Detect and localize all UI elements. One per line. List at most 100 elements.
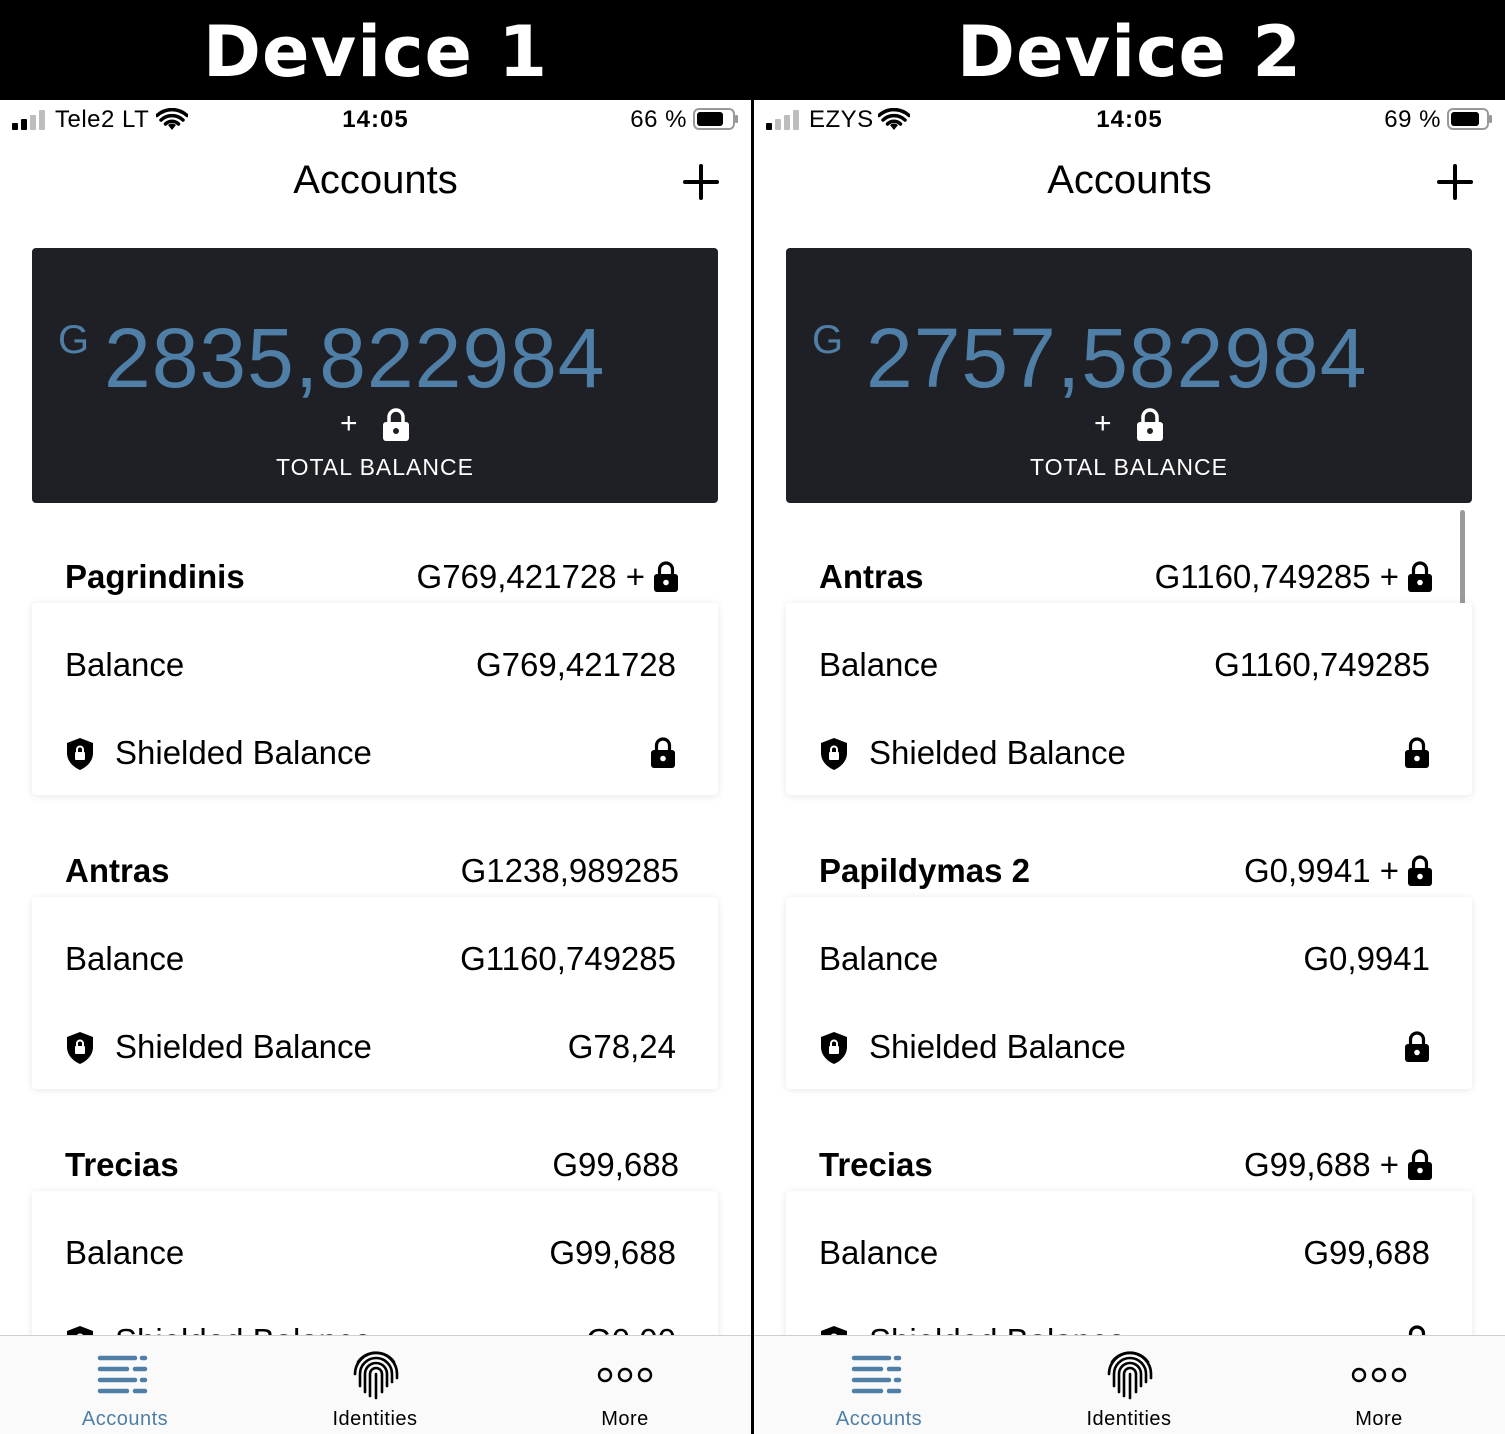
battery-percent: 69 % (1384, 106, 1441, 133)
shielded-balance-value: G78,24 (567, 1028, 676, 1065)
tab-identities[interactable]: Identities (250, 1336, 500, 1434)
shielded-balance-row: Shielded Balance G78,24 (32, 1023, 718, 1073)
account-total-value: G1160,749285 + (1154, 558, 1399, 595)
account-name: Antras (65, 852, 170, 889)
status-bar: EZYS 14:05 69 % (754, 100, 1505, 144)
tab-bar: Accounts Identities More (0, 1335, 751, 1434)
list-icon (851, 1355, 902, 1394)
balance-value: G99,688 (549, 1234, 676, 1271)
lock-icon (1408, 1149, 1432, 1180)
fingerprint-icon (353, 1351, 399, 1400)
more-icon (597, 1367, 653, 1383)
account-total-value: G0,9941 + (1243, 852, 1399, 889)
shielded-balance-row: Shielded Balance (786, 729, 1472, 779)
lock-icon (1408, 561, 1432, 592)
account-total-value: G99,688 + (1243, 1146, 1399, 1183)
device-2-title: Device 2 (956, 11, 1303, 93)
add-account-button[interactable] (1435, 162, 1475, 202)
balance-label: Balance (819, 646, 939, 683)
account-total: G769,421728 + (417, 557, 679, 597)
account-total: G0,9941 + (1244, 851, 1433, 891)
tab-more[interactable]: More (500, 1336, 750, 1434)
balance-row: Balance G99,688 (786, 1229, 1472, 1279)
list-icon (97, 1355, 148, 1394)
balance-value: G99,688 (1303, 1234, 1430, 1271)
tab-more[interactable]: More (1254, 1336, 1504, 1434)
account-total: G99,688 (552, 1145, 679, 1185)
balance-label: Balance (65, 1234, 185, 1271)
balance-row: Balance G1160,749285 (32, 935, 718, 985)
lock-icon (654, 561, 678, 592)
more-icon (1351, 1367, 1407, 1383)
tab-label: Accounts (835, 1408, 923, 1430)
balance-row: Balance G99,688 (32, 1229, 718, 1279)
total-balance-card: G 2757,582984 + TOTAL BALANCE (786, 248, 1472, 503)
account-card[interactable]: Balance G769,421728 Shielded Balance (32, 603, 718, 795)
balance-value: G1160,749285 (460, 940, 676, 977)
account-total: G1160,749285 + (1155, 557, 1433, 597)
lock-icon (1408, 855, 1432, 886)
shield-icon (67, 738, 93, 770)
device-1-title: Device 1 (202, 11, 549, 93)
comparison-screenshot: Device 1 Device 2 Tele2 LT 14:05 66 % Ac… (0, 0, 1505, 1434)
tab-label: More (1355, 1408, 1403, 1430)
shielded-balance-label: Shielded Balance (115, 1028, 372, 1065)
shielded-balance-row: Shielded Balance (32, 729, 718, 779)
total-balance-label: TOTAL BALANCE (1030, 454, 1228, 480)
tab-label: More (601, 1408, 649, 1430)
account-total-value: G1238,989285 (460, 852, 679, 889)
tab-identities[interactable]: Identities (1004, 1336, 1254, 1434)
total-balance-label: TOTAL BALANCE (276, 454, 474, 480)
balance-label: Balance (65, 646, 185, 683)
tab-accounts[interactable]: Accounts (754, 1336, 1004, 1434)
balance-row: Balance G769,421728 (32, 641, 718, 691)
balance-row: Balance G0,9941 (786, 935, 1472, 985)
header-bar: Device 1 Device 2 (0, 0, 1505, 100)
tab-label: Accounts (81, 1408, 169, 1430)
lock-icon (1405, 1031, 1429, 1062)
lock-icon (383, 408, 409, 441)
account-total: G1238,989285 (461, 851, 679, 891)
device-1-screen: Tele2 LT 14:05 66 % Accounts G 2835,8229… (0, 100, 751, 1434)
shielded-balance-label: Shielded Balance (115, 734, 372, 771)
fingerprint-icon (1107, 1351, 1153, 1400)
total-balance-card: G 2835,822984 + TOTAL BALANCE (32, 248, 718, 503)
account-total: G99,688 + (1244, 1145, 1433, 1185)
account-total-value: G769,421728 + (416, 558, 645, 595)
shielded-balance-row: Shielded Balance (786, 1023, 1472, 1073)
total-balance-amount: 2835,822984 (104, 311, 606, 405)
account-name: Antras (819, 558, 924, 595)
balance-value: G769,421728 (475, 646, 676, 683)
account-name: Pagrindinis (65, 558, 245, 595)
tab-label: Identities (1086, 1408, 1172, 1430)
balance-row: Balance G1160,749285 (786, 641, 1472, 691)
add-account-button[interactable] (681, 162, 721, 202)
balance-value: G1160,749285 (1214, 646, 1430, 683)
total-balance-amount: 2757,582984 (866, 311, 1368, 405)
lock-icon (1405, 737, 1429, 768)
account-card[interactable]: Balance G1160,749285 Shielded Balance G7… (32, 897, 718, 1089)
total-plus-sign: + (1094, 407, 1112, 440)
tab-accounts[interactable]: Accounts (0, 1336, 250, 1434)
shielded-balance-label: Shielded Balance (869, 734, 1126, 771)
status-bar: Tele2 LT 14:05 66 % (0, 100, 751, 144)
page-title: Accounts (1047, 158, 1212, 202)
tab-bar: Accounts Identities More (754, 1335, 1505, 1434)
currency-symbol: G (58, 318, 90, 362)
shield-icon (821, 738, 847, 770)
account-total-value: G99,688 (552, 1146, 679, 1183)
total-plus-sign: + (340, 407, 358, 440)
shield-icon (67, 1032, 93, 1064)
account-name: Trecias (819, 1146, 933, 1183)
account-card[interactable]: Balance G0,9941 Shielded Balance (786, 897, 1472, 1089)
shield-icon (821, 1032, 847, 1064)
account-card[interactable]: Balance G1160,749285 Shielded Balance (786, 603, 1472, 795)
battery-percent: 66 % (630, 106, 687, 133)
battery-icon (1447, 108, 1492, 130)
balance-label: Balance (819, 1234, 939, 1271)
page-title: Accounts (293, 158, 458, 202)
account-name: Papildymas 2 (819, 852, 1030, 889)
balance-label: Balance (819, 940, 939, 977)
shielded-balance-label: Shielded Balance (869, 1028, 1126, 1065)
tab-label: Identities (332, 1408, 418, 1430)
